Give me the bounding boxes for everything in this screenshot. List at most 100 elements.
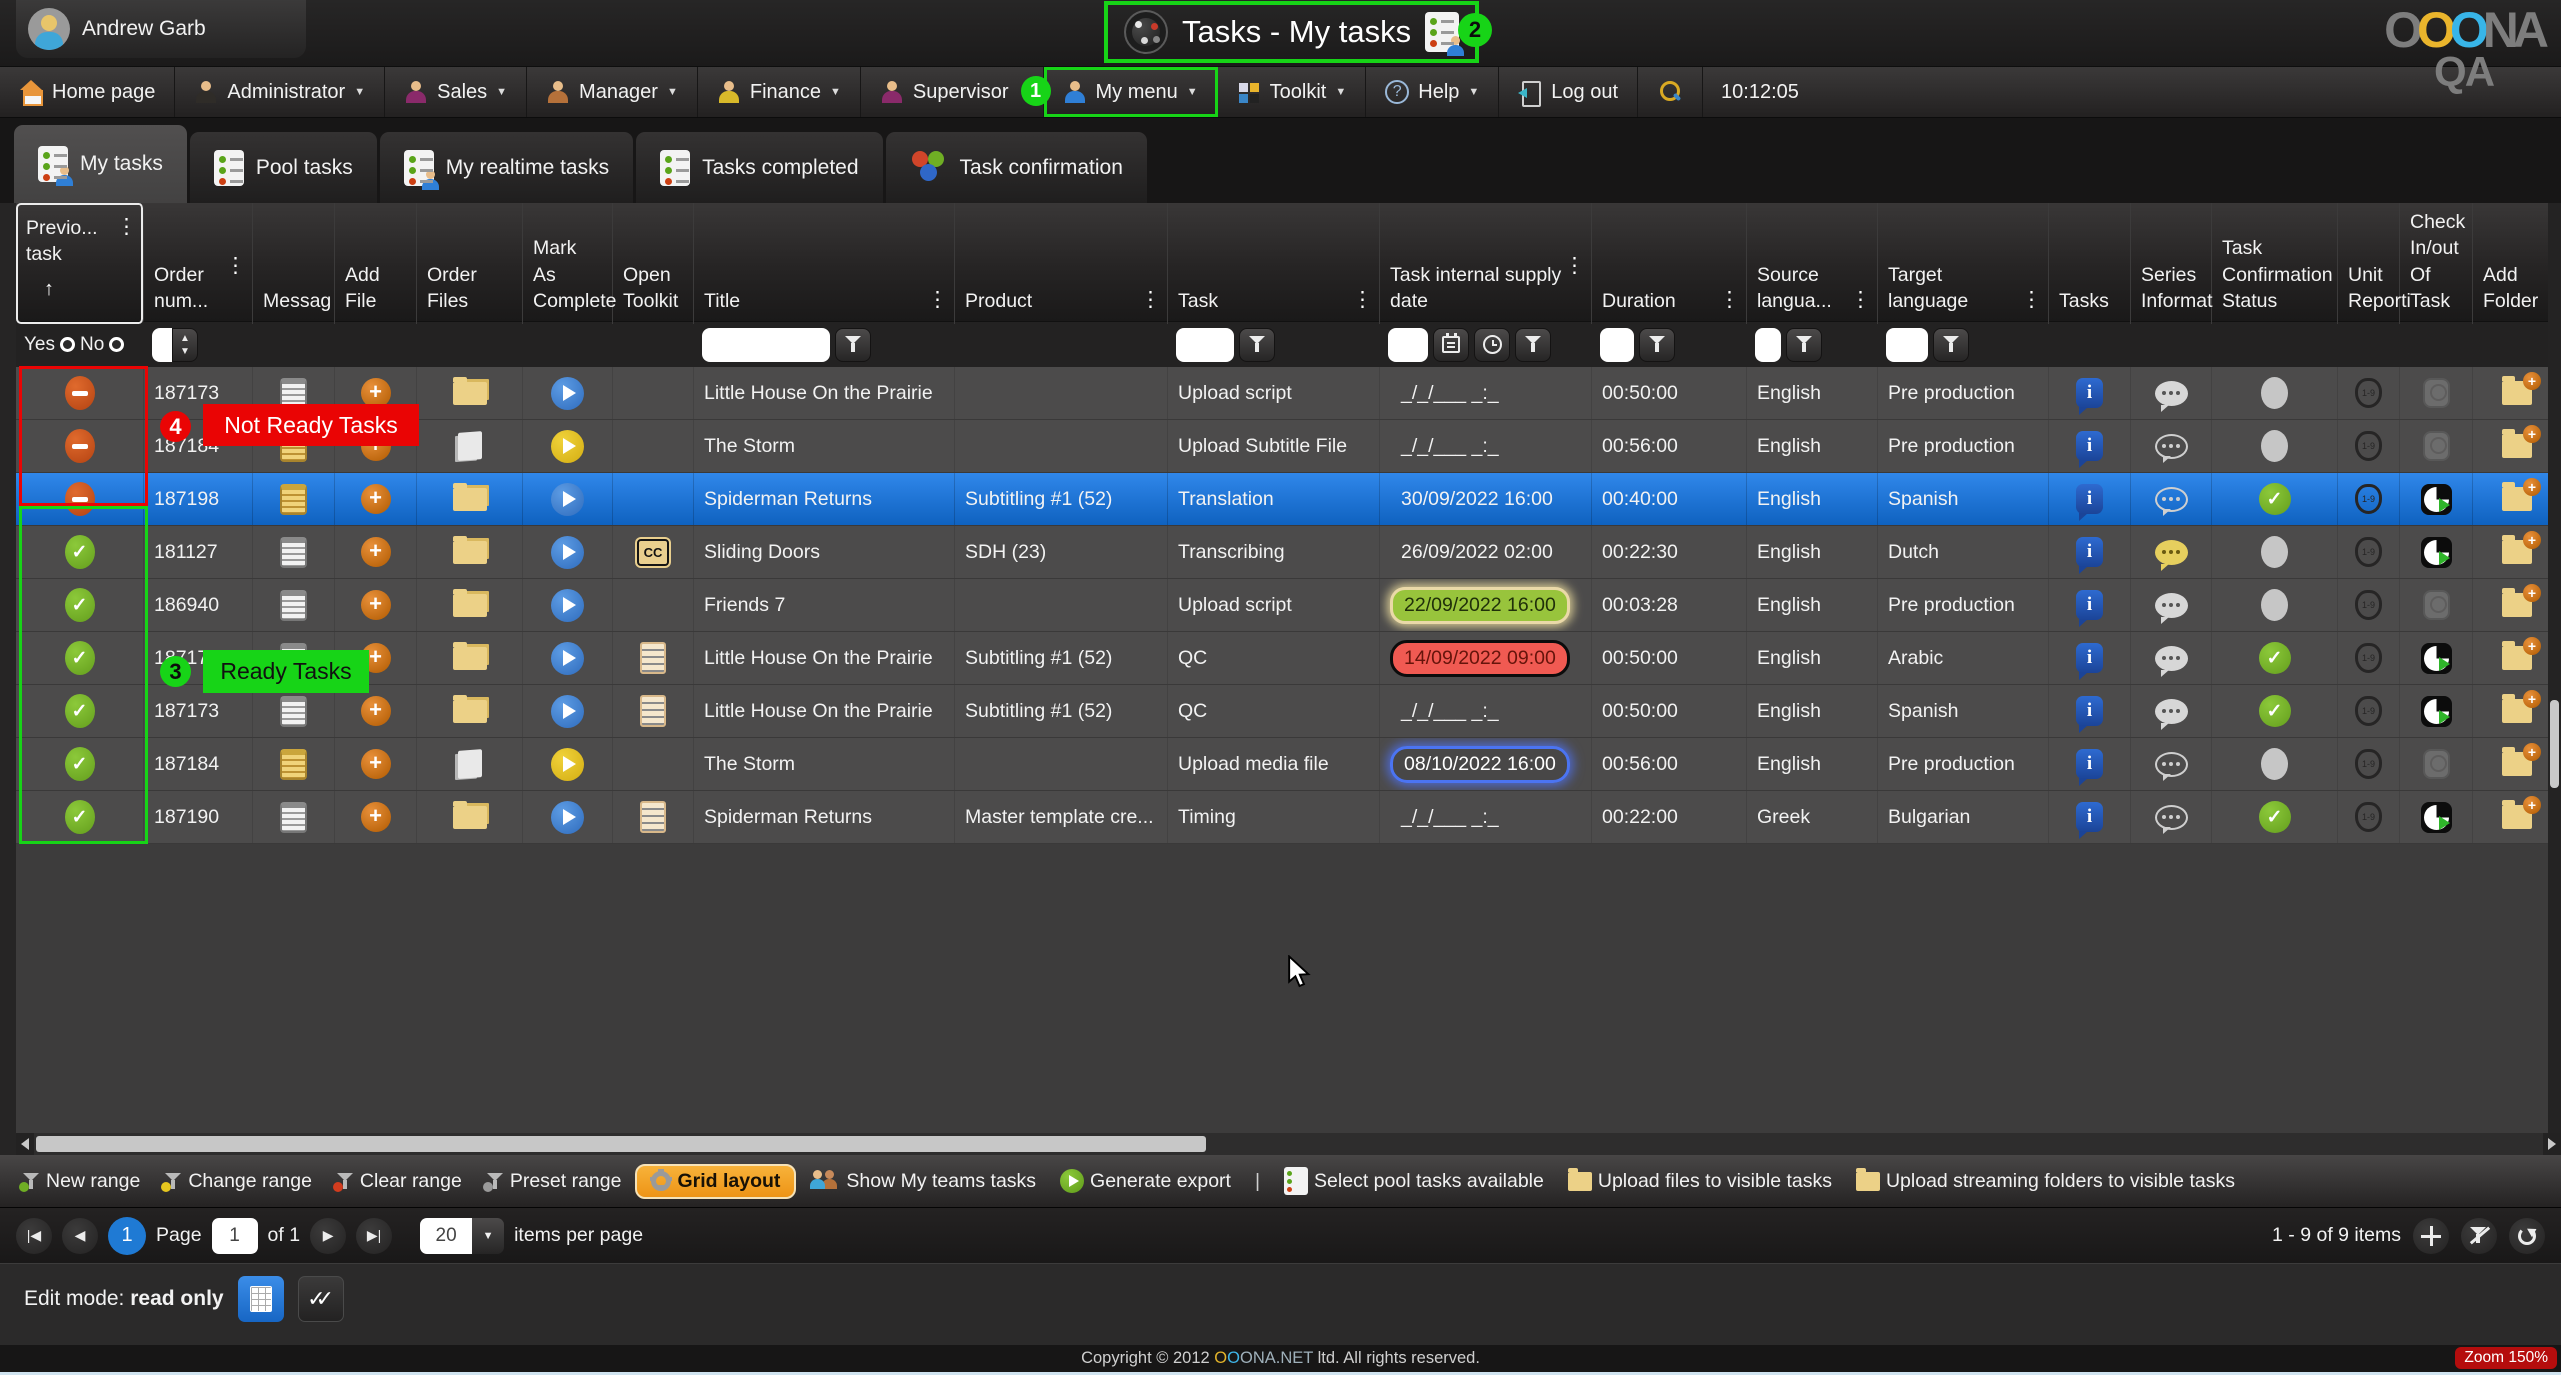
column-header-unit-reporting[interactable]: Unit Reporti [2338, 203, 2400, 324]
column-header-series-information[interactable]: Series Informat [2131, 203, 2212, 324]
next-page-button[interactable]: ▶ [310, 1218, 346, 1254]
unit-reporting-icon[interactable] [2355, 431, 2382, 461]
task-confirmation-status-icon[interactable]: ✓ [2259, 483, 2291, 515]
previous-task-status-icon[interactable] [65, 429, 95, 463]
add-folder-icon[interactable] [2502, 752, 2532, 776]
mark-as-complete-icon[interactable] [551, 536, 584, 569]
column-header-target-language[interactable]: Target language ⋮ [1878, 203, 2049, 324]
radio-no[interactable] [109, 337, 124, 352]
add-folder-icon[interactable] [2502, 805, 2532, 829]
order-files-icon[interactable] [453, 647, 487, 670]
check-in-out-icon[interactable] [2423, 590, 2450, 620]
unit-reporting-icon[interactable] [2355, 802, 2382, 832]
menu-administrator[interactable]: Administrator▼ [175, 67, 385, 117]
previous-task-status-icon[interactable] [65, 482, 95, 516]
mark-as-complete-icon[interactable] [551, 430, 584, 463]
task-info-icon[interactable]: i [2076, 802, 2103, 832]
unit-reporting-icon[interactable] [2355, 749, 2382, 779]
fit-columns-button[interactable] [2413, 1218, 2449, 1254]
column-menu-icon[interactable]: ⋮ [225, 252, 246, 280]
series-information-icon[interactable] [2155, 646, 2188, 671]
title-filter-button[interactable] [835, 328, 871, 362]
column-header-product[interactable]: Product ⋮ [955, 203, 1168, 324]
task-filter-input[interactable] [1176, 328, 1234, 362]
check-in-out-icon[interactable] [2421, 802, 2452, 833]
add-file-icon[interactable]: + [361, 590, 391, 620]
preset-range-button[interactable]: Preset range [476, 1165, 632, 1198]
date-filter-input[interactable] [1388, 328, 1428, 362]
title-filter-input[interactable] [702, 328, 830, 362]
duration-filter-input[interactable] [1600, 328, 1634, 362]
check-in-out-icon[interactable] [2421, 696, 2452, 727]
task-confirmation-status-icon[interactable] [2261, 430, 2288, 462]
current-page-badge[interactable]: 1 [108, 1217, 146, 1255]
check-in-out-icon[interactable] [2421, 537, 2452, 568]
previous-page-button[interactable]: ◀ [62, 1218, 98, 1254]
unit-reporting-icon[interactable] [2355, 643, 2382, 673]
check-in-out-icon[interactable] [2421, 484, 2452, 515]
first-page-button[interactable]: |◀ [16, 1218, 52, 1254]
page-number-input[interactable] [212, 1218, 258, 1254]
column-menu-icon[interactable]: ⋮ [1850, 286, 1871, 314]
message-icon[interactable] [280, 431, 307, 462]
previous-task-status-icon[interactable]: ✓ [65, 588, 95, 622]
message-icon[interactable] [280, 484, 307, 515]
tab-tasks-completed[interactable]: Tasks completed [636, 132, 882, 203]
task-info-icon[interactable]: i [2076, 537, 2103, 567]
task-row[interactable]: ✓ 186940 + Friends 7 Upload script 22/09… [16, 579, 2561, 632]
show-my-teams-tasks-button[interactable]: Show My teams tasks [800, 1165, 1046, 1198]
unit-reporting-icon[interactable] [2355, 696, 2382, 726]
menu-help[interactable]: ? Help▼ [1366, 67, 1499, 117]
time-picker-button[interactable] [1474, 328, 1510, 362]
add-file-icon[interactable]: + [361, 431, 391, 461]
series-information-icon[interactable] [2155, 381, 2188, 406]
menu-home-page[interactable]: Home page [0, 67, 175, 117]
add-file-icon[interactable]: + [361, 537, 391, 567]
order-files-icon[interactable] [453, 382, 487, 405]
scroll-left-icon[interactable] [16, 1133, 34, 1155]
column-header-title[interactable]: Title ⋮ [694, 203, 955, 324]
previous-task-status-icon[interactable] [65, 376, 95, 410]
menu-manager[interactable]: Manager▼ [527, 67, 698, 117]
task-info-icon[interactable]: i [2076, 590, 2103, 620]
task-confirmation-status-icon[interactable] [2261, 589, 2288, 621]
message-icon[interactable] [280, 802, 307, 833]
order-files-icon[interactable] [458, 431, 482, 461]
check-in-out-icon[interactable] [2421, 643, 2452, 674]
select-pool-tasks-button[interactable]: Select pool tasks available [1274, 1162, 1554, 1200]
order-number-stepper[interactable]: ▲▼ [172, 328, 198, 362]
task-info-icon[interactable]: i [2076, 749, 2103, 779]
column-header-message[interactable]: Messag [253, 203, 335, 324]
change-range-button[interactable]: Change range [154, 1165, 322, 1198]
add-file-icon[interactable]: + [361, 484, 391, 514]
duration-filter-button[interactable] [1639, 328, 1675, 362]
mark-as-complete-icon[interactable] [551, 589, 584, 622]
column-header-task-confirmation-status[interactable]: Task Confirmation Status [2212, 203, 2338, 324]
series-information-icon[interactable] [2155, 752, 2188, 777]
task-confirmation-status-icon[interactable]: ✓ [2259, 642, 2291, 674]
mark-as-complete-icon[interactable] [551, 642, 584, 675]
menu-my-menu[interactable]: My menu▼ [1044, 67, 1218, 117]
add-file-icon[interactable]: + [361, 802, 391, 832]
menu-toolkit[interactable]: Toolkit▼ [1218, 67, 1367, 117]
column-menu-icon[interactable]: ⋮ [116, 213, 137, 241]
message-icon[interactable] [280, 749, 307, 780]
tab-task-confirmation[interactable]: Task confirmation [886, 132, 1147, 203]
column-header-task[interactable]: Task ⋮ [1168, 203, 1380, 324]
mark-as-complete-icon[interactable] [551, 748, 584, 781]
document-icon[interactable] [640, 642, 666, 674]
message-icon[interactable] [280, 378, 307, 409]
column-header-check-in-out-of-task[interactable]: Check In/out Of Task [2400, 203, 2473, 324]
column-menu-icon[interactable]: ⋮ [927, 286, 948, 314]
task-row[interactable]: 187198 + Spiderman Returns Subtitling #1… [16, 473, 2561, 526]
order-files-icon[interactable] [453, 594, 487, 617]
column-header-order-files[interactable]: Order Files [417, 203, 523, 324]
task-row[interactable]: ✓ 187190 + Spiderman Returns Master temp… [16, 791, 2561, 844]
task-confirmation-status-icon[interactable] [2261, 536, 2288, 568]
scroll-right-icon[interactable] [2543, 1133, 2561, 1155]
column-menu-icon[interactable]: ⋮ [1352, 286, 1373, 314]
order-files-icon[interactable] [453, 488, 487, 511]
series-information-icon[interactable] [2155, 434, 2188, 459]
add-folder-icon[interactable] [2502, 540, 2532, 564]
previous-task-status-icon[interactable]: ✓ [65, 641, 95, 675]
